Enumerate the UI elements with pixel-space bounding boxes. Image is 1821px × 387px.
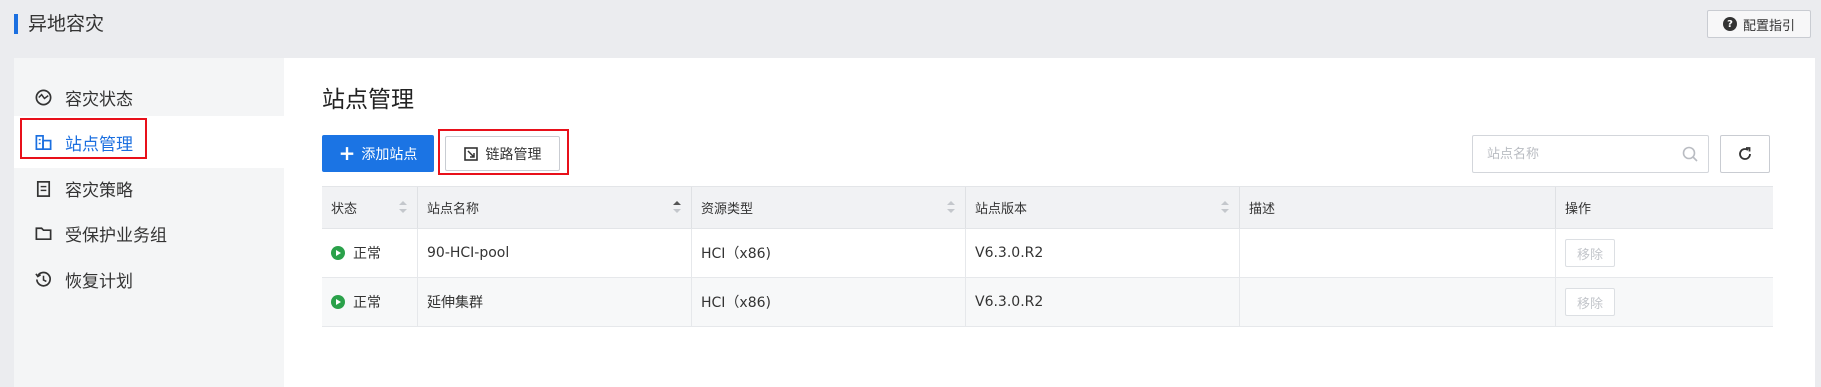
- link-management-label: 链路管理: [485, 146, 542, 163]
- remove-button[interactable]: 移除: [1565, 239, 1615, 267]
- config-guide-label: 配置指引: [1742, 18, 1795, 34]
- column-header-label: 状态: [331, 202, 358, 217]
- sidebar-item-label: 站点管理: [65, 134, 133, 155]
- history-icon: [35, 271, 51, 287]
- sort-icon[interactable]: [1221, 201, 1229, 213]
- sidebar-item-site-management[interactable]: 站点管理: [14, 116, 284, 168]
- clipboard-icon: [36, 180, 51, 197]
- config-guide-button[interactable]: ? 配置指引: [1707, 10, 1811, 38]
- status-text: 正常: [353, 295, 381, 311]
- column-header-label: 站点名称: [427, 202, 480, 217]
- sidebar: 容灾状态 站点管理 容灾策略 受保护业务组 恢复计划: [14, 58, 284, 387]
- column-header-label: 站点版本: [975, 202, 1028, 217]
- page-header: 异地容灾 ? 配置指引: [0, 0, 1821, 50]
- dashboard-icon: [35, 89, 52, 105]
- refresh-button[interactable]: [1720, 135, 1770, 173]
- play-status-icon: [331, 295, 345, 309]
- column-header-label: 资源类型: [701, 202, 754, 217]
- site-version-cell: V6.3.0.R2: [966, 229, 1240, 277]
- actions-cell: 移除: [1556, 229, 1773, 277]
- sidebar-item-label: 容灾状态: [65, 89, 133, 110]
- sidebar-item-label: 容灾策略: [65, 180, 133, 201]
- sidebar-item-recovery-plan[interactable]: 恢复计划: [14, 253, 284, 305]
- column-header-label: 操作: [1565, 202, 1592, 217]
- page-header-title: 异地容灾: [28, 13, 105, 35]
- help-icon: ?: [1722, 17, 1737, 31]
- table-header: 状态 站点名称 资源类型 站点版本 描述 操作: [322, 186, 1773, 229]
- play-status-icon: [331, 246, 345, 260]
- status-cell: 正常: [322, 229, 418, 277]
- plus-icon: +: [338, 140, 356, 165]
- page-title: 站点管理: [322, 87, 414, 113]
- description-cell: [1240, 278, 1556, 326]
- sort-icon[interactable]: [947, 201, 955, 213]
- status-cell: 正常: [322, 278, 418, 326]
- sidebar-item-label: 恢复计划: [65, 271, 133, 292]
- column-header-site-name[interactable]: 站点名称: [418, 187, 692, 228]
- refresh-icon: [1739, 147, 1751, 160]
- search-icon[interactable]: [1682, 146, 1698, 162]
- sidebar-item-protected-groups[interactable]: 受保护业务组: [14, 207, 284, 259]
- column-header-actions: 操作: [1556, 187, 1773, 228]
- column-header-status[interactable]: 状态: [322, 187, 418, 228]
- link-management-button[interactable]: 链路管理: [445, 136, 560, 171]
- column-header-description: 描述: [1240, 187, 1556, 228]
- resource-type-cell: HCI（x86): [692, 278, 966, 326]
- status-text: 正常: [353, 246, 381, 262]
- table-row[interactable]: 正常 延伸集群 HCI（x86) V6.3.0.R2 移除: [322, 278, 1773, 327]
- site-version-cell: V6.3.0.R2: [966, 278, 1240, 326]
- column-header-resource-type[interactable]: 资源类型: [692, 187, 966, 228]
- folder-icon: [35, 226, 52, 240]
- site-name-search: [1472, 135, 1709, 173]
- add-site-label: 添加站点: [361, 146, 418, 163]
- sort-icon[interactable]: [399, 201, 407, 213]
- content-panel: 容灾状态 站点管理 容灾策略 受保护业务组 恢复计划 站点管理 + 添加站点 链…: [14, 58, 1815, 387]
- main-content: 站点管理 + 添加站点 链路管理 站点名称 状态 站点名称 资源类型 站点版本 …: [284, 58, 1815, 387]
- building-icon: [35, 134, 52, 150]
- site-name-cell: 90-HCI-pool: [418, 229, 692, 277]
- description-cell: [1240, 229, 1556, 277]
- link-management-icon: [463, 146, 478, 161]
- site-name-cell: 延伸集群: [418, 278, 692, 326]
- table-row[interactable]: 正常 90-HCI-pool HCI（x86) V6.3.0.R2 移除: [322, 229, 1773, 278]
- resource-type-cell: HCI（x86): [692, 229, 966, 277]
- search-input[interactable]: [1487, 144, 1677, 164]
- header-accent-bar: [14, 14, 18, 34]
- sidebar-item-label: 受保护业务组: [65, 225, 167, 246]
- column-header-label: 描述: [1249, 202, 1276, 217]
- column-header-site-version[interactable]: 站点版本: [966, 187, 1240, 228]
- remove-button[interactable]: 移除: [1565, 288, 1615, 316]
- sort-icon[interactable]: [673, 201, 681, 213]
- add-site-button[interactable]: + 添加站点: [322, 135, 434, 172]
- actions-cell: 移除: [1556, 278, 1773, 326]
